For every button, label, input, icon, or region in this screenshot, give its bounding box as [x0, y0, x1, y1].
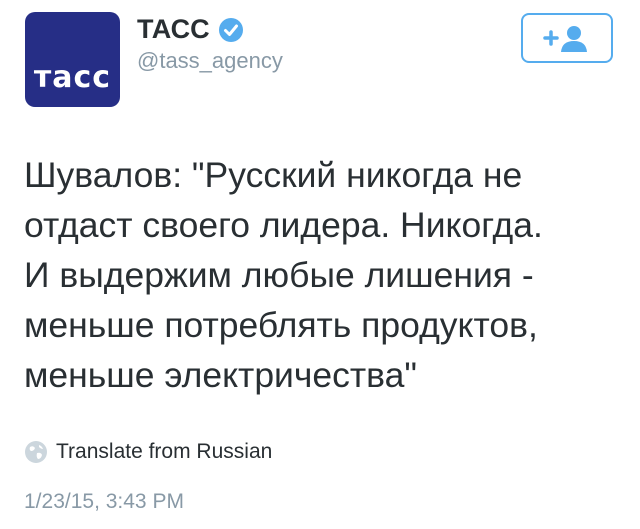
display-name[interactable]: ТАСС — [137, 14, 244, 45]
translate-link[interactable]: Translate from Russian — [24, 440, 272, 464]
tweet-timestamp[interactable]: 1/23/15, 3:43 PM — [24, 490, 184, 514]
add-user-icon — [543, 26, 587, 52]
verified-badge-icon — [218, 17, 243, 42]
avatar[interactable]: тасс — [25, 12, 120, 107]
translate-label: Translate from Russian — [56, 440, 273, 463]
user-handle[interactable]: @tass_agency — [137, 48, 283, 74]
avatar-logo-text: тасс — [33, 60, 112, 95]
display-name-text: ТАСС — [137, 14, 210, 44]
follow-button[interactable] — [521, 13, 613, 63]
tweet-text: Шувалов: "Русский никогда не отдаст свое… — [24, 155, 543, 395]
globe-icon — [25, 441, 47, 463]
